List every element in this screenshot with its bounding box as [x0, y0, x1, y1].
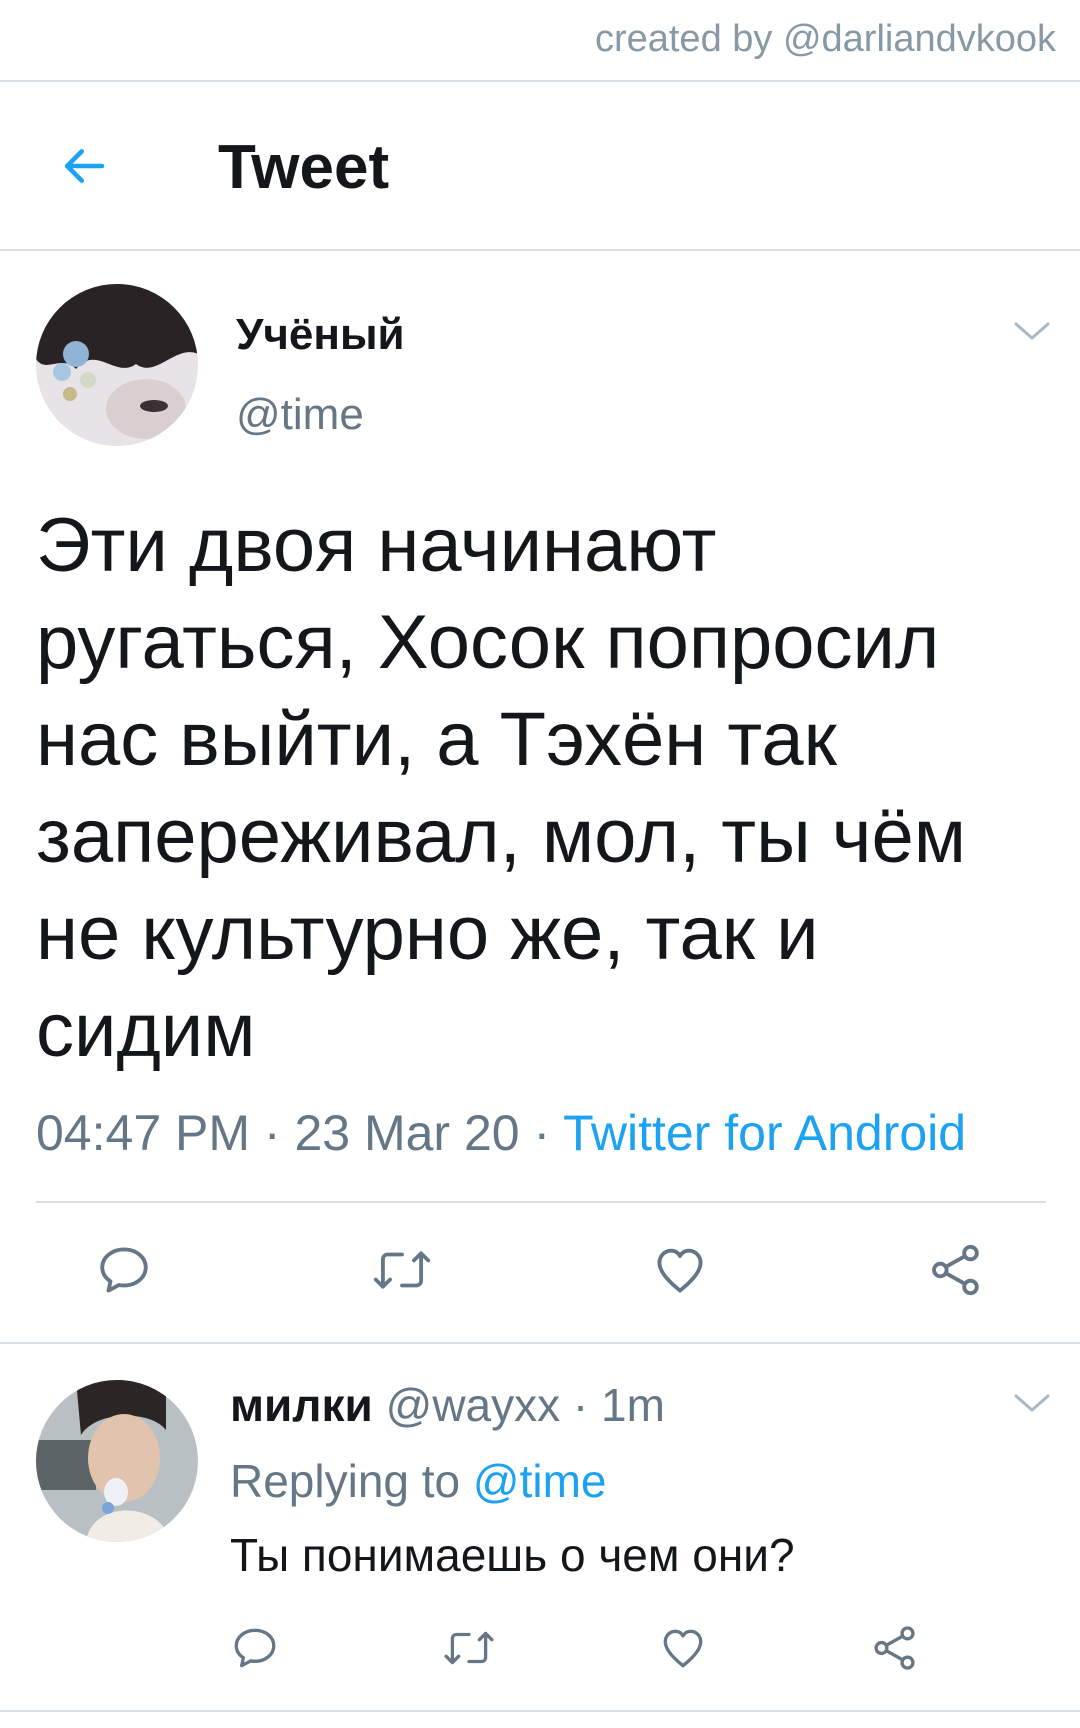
- reply-actions: [230, 1620, 920, 1676]
- meta-separator: ·: [250, 1105, 295, 1161]
- like-button[interactable]: [651, 1241, 709, 1299]
- avatar[interactable]: [36, 284, 198, 446]
- reply-author-name[interactable]: милки: [230, 1379, 373, 1431]
- tweet-time: 04:47 PM: [36, 1105, 251, 1161]
- tweet-actions: [95, 1240, 985, 1300]
- header-divider: [0, 249, 1080, 251]
- chevron-down-icon[interactable]: [1010, 1388, 1054, 1418]
- credit-text: created by @darliandvkook: [594, 18, 1056, 60]
- tweet-date: 23 Mar 20: [294, 1105, 520, 1161]
- tweet-source-link[interactable]: Twitter for Android: [563, 1105, 966, 1161]
- reply-author-handle[interactable]: @wayxx: [386, 1379, 561, 1431]
- like-button[interactable]: [658, 1623, 708, 1673]
- reply-text: Ты понимаешь о чем они?: [230, 1529, 795, 1581]
- replying-to-mention[interactable]: @time: [473, 1455, 607, 1507]
- reply-button[interactable]: [230, 1623, 280, 1673]
- author-handle[interactable]: @time: [236, 390, 364, 440]
- meta-separator: ·: [560, 1379, 602, 1431]
- reply-header: милки @wayxx · 1m: [230, 1378, 665, 1432]
- reply-timestamp: 1m: [601, 1379, 665, 1431]
- bottom-divider: [0, 1710, 1080, 1712]
- chevron-down-icon[interactable]: [1010, 316, 1054, 346]
- replying-prefix: Replying to: [230, 1455, 473, 1507]
- tweet-text: Эти двоя начинают ругаться, Хосок попрос…: [36, 503, 966, 1073]
- author-name[interactable]: Учёный: [236, 310, 405, 360]
- share-icon: [874, 1626, 915, 1670]
- reply-avatar[interactable]: [36, 1380, 198, 1542]
- share-icon: [932, 1244, 979, 1296]
- top-divider: [0, 80, 1080, 82]
- reply-icon: [100, 1247, 148, 1293]
- arrow-left-icon: [64, 149, 105, 183]
- reply-icon: [234, 1628, 276, 1668]
- retweet-button[interactable]: [442, 1623, 496, 1673]
- retweet-button[interactable]: [371, 1241, 433, 1299]
- tweet-meta: 04:47 PM · 23 Mar 20 · Twitter for Andro…: [36, 1104, 966, 1162]
- back-button[interactable]: [48, 130, 120, 202]
- share-button[interactable]: [927, 1241, 985, 1299]
- tweet-divider: [0, 1342, 1080, 1344]
- retweet-icon: [373, 1251, 431, 1289]
- reply-button[interactable]: [95, 1241, 153, 1299]
- heart-icon: [657, 1248, 703, 1293]
- meta-divider: [36, 1201, 1046, 1203]
- page-title: Tweet: [218, 133, 390, 202]
- meta-separator: ·: [519, 1105, 564, 1161]
- share-button[interactable]: [870, 1623, 920, 1673]
- replying-to: Replying to @time: [230, 1454, 607, 1508]
- heart-icon: [663, 1629, 703, 1668]
- retweet-icon: [444, 1631, 494, 1665]
